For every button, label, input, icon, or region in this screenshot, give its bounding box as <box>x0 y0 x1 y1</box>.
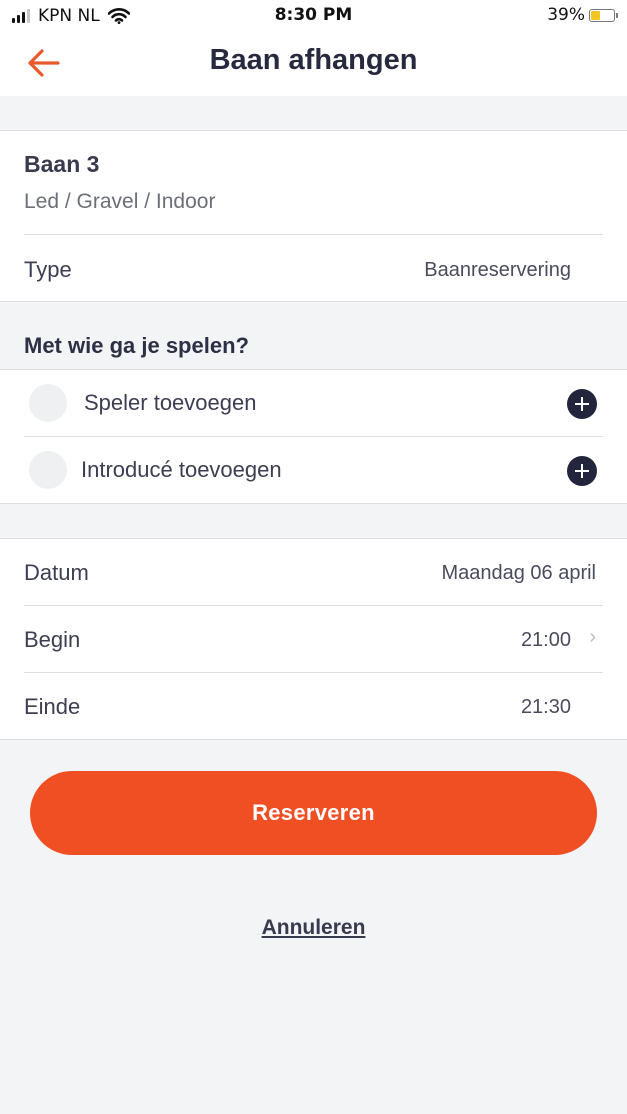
battery-icon <box>589 8 618 22</box>
begin-label: Begin <box>24 627 81 652</box>
navigation-bar: Baan afhangen <box>0 32 627 96</box>
schedule-card: Datum Maandag 06 april Begin 21:00 › Ein… <box>0 538 627 740</box>
plus-circle-icon[interactable] <box>567 456 597 486</box>
battery-percent: 39% <box>547 5 585 25</box>
type-value: Baanreservering <box>424 259 571 281</box>
add-guest-row[interactable]: Introducé toevoegen <box>0 437 627 503</box>
clock: 8:30 PM <box>274 5 353 25</box>
avatar-placeholder <box>29 451 67 489</box>
end-value: 21:30 <box>520 696 571 718</box>
plus-circle-icon[interactable] <box>567 389 597 419</box>
date-label: Datum <box>24 560 89 585</box>
add-player-row[interactable]: Speler toevoegen <box>0 370 627 436</box>
begin-time-row[interactable]: Begin 21:00 › <box>0 606 627 672</box>
players-section-title: Met wie ga je spelen? <box>24 333 249 358</box>
add-guest-label: Introducé toevoegen <box>81 457 282 482</box>
court-card: Baan 3 Led / Gravel / Indoor Type Baanre… <box>0 130 627 302</box>
cancel-link[interactable]: Annuleren <box>0 916 627 940</box>
reserve-button[interactable]: Reserveren <box>30 771 597 855</box>
add-player-label: Speler toevoegen <box>84 390 257 415</box>
end-time-row[interactable]: Einde 21:30 <box>0 673 627 739</box>
type-label: Type <box>24 257 72 282</box>
avatar-placeholder <box>29 384 67 422</box>
chevron-right-icon: › <box>589 626 596 648</box>
date-value[interactable]: Maandag 06 april <box>441 562 596 585</box>
players-card: Speler toevoegen Introducé toevoegen <box>0 369 627 504</box>
status-bar: KPN NL 8:30 PM 39% <box>0 0 627 32</box>
begin-value: 21:00 <box>520 629 571 651</box>
page-title: Baan afhangen <box>209 44 418 76</box>
end-label: Einde <box>24 694 81 719</box>
court-name: Baan 3 <box>24 151 100 177</box>
status-right: 39% <box>547 5 618 25</box>
divider <box>24 234 603 235</box>
court-details: Led / Gravel / Indoor <box>24 190 216 213</box>
